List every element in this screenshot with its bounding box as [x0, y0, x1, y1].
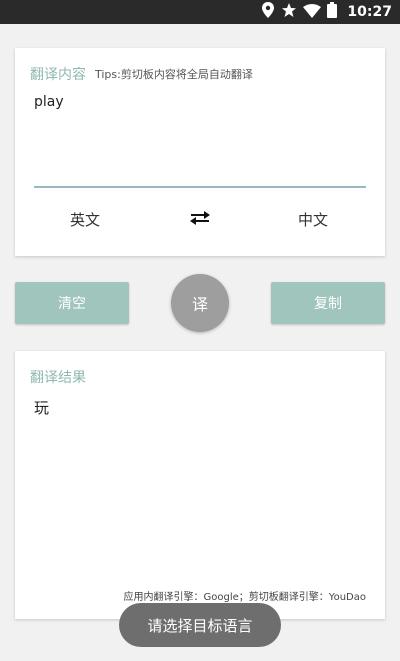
target-language-button[interactable]: 中文 [298, 209, 328, 230]
status-bar: 10:27 [0, 0, 400, 24]
translate-button[interactable]: 译 [171, 274, 229, 332]
swap-languages-button[interactable] [187, 207, 213, 233]
result-card: 翻译结果 玩 应用内翻译引擎：Google；剪切板翻译引擎：YouDao [15, 351, 385, 619]
result-text: 玩 [34, 399, 50, 417]
input-underline [34, 186, 366, 188]
status-icons: 10:27 [261, 0, 392, 24]
source-text-input[interactable]: play [34, 94, 64, 110]
engine-info: 应用内翻译引擎：Google；剪切板翻译引擎：YouDao [123, 592, 366, 603]
wifi-icon [303, 3, 322, 22]
tips-text: Tips:剪切板内容将全局自动翻译 [95, 68, 253, 81]
star-icon [281, 2, 297, 22]
swap-arrows-icon [189, 210, 211, 230]
copy-button[interactable]: 复制 [271, 282, 385, 324]
input-card: 翻译内容 Tips:剪切板内容将全局自动翻译 play 英文 中文 [15, 48, 385, 256]
status-time: 10:27 [347, 4, 392, 20]
toast-message: 请选择目标语言 [119, 603, 281, 647]
source-language-button[interactable]: 英文 [70, 209, 100, 230]
result-card-title: 翻译结果 [30, 370, 86, 386]
clear-button[interactable]: 清空 [15, 282, 129, 324]
input-card-title: 翻译内容 [30, 67, 86, 83]
language-row: 英文 中文 [15, 204, 385, 234]
location-icon [261, 2, 275, 22]
battery-icon [327, 2, 338, 22]
